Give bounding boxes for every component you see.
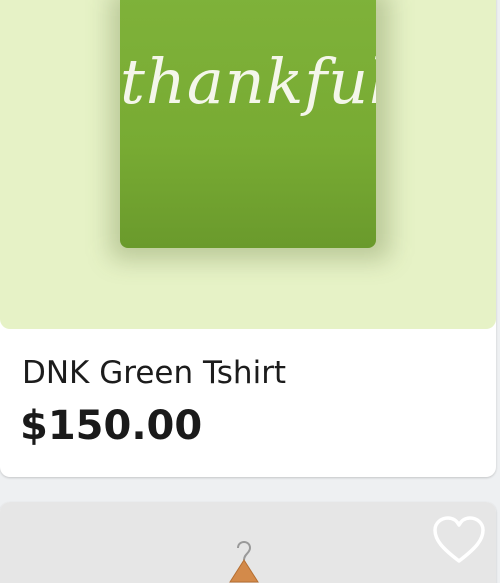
- shirt-print-text: thankful: [120, 45, 376, 118]
- product-image[interactable]: [0, 502, 496, 583]
- product-list: thankful DNK Green Tshirt $150.00: [0, 0, 500, 583]
- green-tshirt-image: thankful: [120, 0, 376, 248]
- product-price: $150.00: [20, 403, 203, 449]
- product-card[interactable]: [0, 502, 496, 583]
- product-image[interactable]: thankful: [0, 0, 496, 329]
- heart-outline-icon[interactable]: [432, 516, 486, 566]
- product-name[interactable]: DNK Green Tshirt: [22, 355, 286, 391]
- product-card[interactable]: thankful DNK Green Tshirt $150.00: [0, 0, 496, 477]
- hanger-icon: [229, 541, 259, 583]
